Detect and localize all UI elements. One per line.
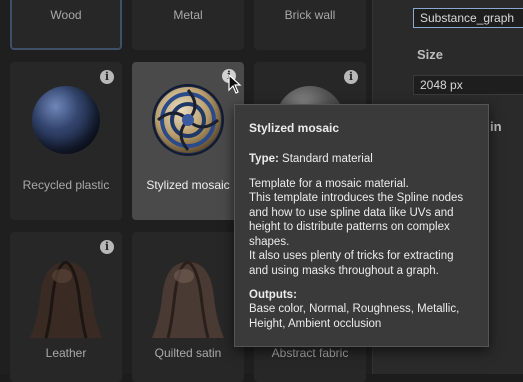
material-label: Abstract fabric xyxy=(271,346,349,360)
material-card-recycled-plastic[interactable]: i Recycled plastic xyxy=(10,62,122,220)
tooltip-type: Type: Standard material xyxy=(249,152,474,166)
tooltip-type-label: Type: xyxy=(249,153,279,166)
tooltip-description-line: It also uses plenty of tricks for extrac… xyxy=(249,250,454,277)
tooltip-description-line: This template introduces the Spline node… xyxy=(249,192,464,248)
mouse-cursor-icon xyxy=(228,74,242,94)
material-label: Leather xyxy=(45,346,87,360)
graph-name-input[interactable]: Substance_graph xyxy=(413,8,523,28)
size-select[interactable]: 2048 px xyxy=(413,75,523,95)
sidebar-partial-label: in xyxy=(490,119,502,134)
leather-cloth xyxy=(30,260,102,339)
material-label: Quilted satin xyxy=(154,346,222,360)
material-label: Stylized mosaic xyxy=(146,178,230,192)
material-card-quilted-satin[interactable]: Quilted satin xyxy=(132,232,244,382)
quilted-satin-cloth xyxy=(152,260,224,339)
material-label: Brick wall xyxy=(284,8,336,22)
tooltip-outputs: Outputs: Base color, Normal, Roughness, … xyxy=(249,288,474,331)
info-icon[interactable]: i xyxy=(100,240,114,254)
material-card-wood[interactable]: Wood xyxy=(10,0,122,50)
material-label: Wood xyxy=(50,8,82,22)
info-icon[interactable]: i xyxy=(344,70,358,84)
material-label: Metal xyxy=(173,8,203,22)
tooltip-outputs-label: Outputs: xyxy=(249,288,297,301)
size-label: Size xyxy=(417,47,444,62)
tooltip-title: Stylized mosaic xyxy=(249,121,340,135)
material-label: Recycled plastic xyxy=(22,178,110,192)
material-card-leather[interactable]: i Leather xyxy=(10,232,122,382)
tooltip-outputs-value: Base color, Normal, Roughness, Metallic,… xyxy=(249,303,460,330)
stylized-mosaic-sphere xyxy=(152,84,224,156)
material-info-tooltip: Stylized mosaic Type: Standard material … xyxy=(234,104,489,347)
tooltip-description: Template for a mosaic material. This tem… xyxy=(249,177,474,278)
tooltip-description-line: Template for a mosaic material. xyxy=(249,177,409,190)
tooltip-type-value: Standard material xyxy=(282,153,373,166)
info-icon[interactable]: i xyxy=(100,70,114,84)
material-card-brick-wall[interactable]: Brick wall xyxy=(254,0,366,50)
material-card-metal[interactable]: Metal xyxy=(132,0,244,50)
recycled-plastic-sphere xyxy=(32,86,100,154)
